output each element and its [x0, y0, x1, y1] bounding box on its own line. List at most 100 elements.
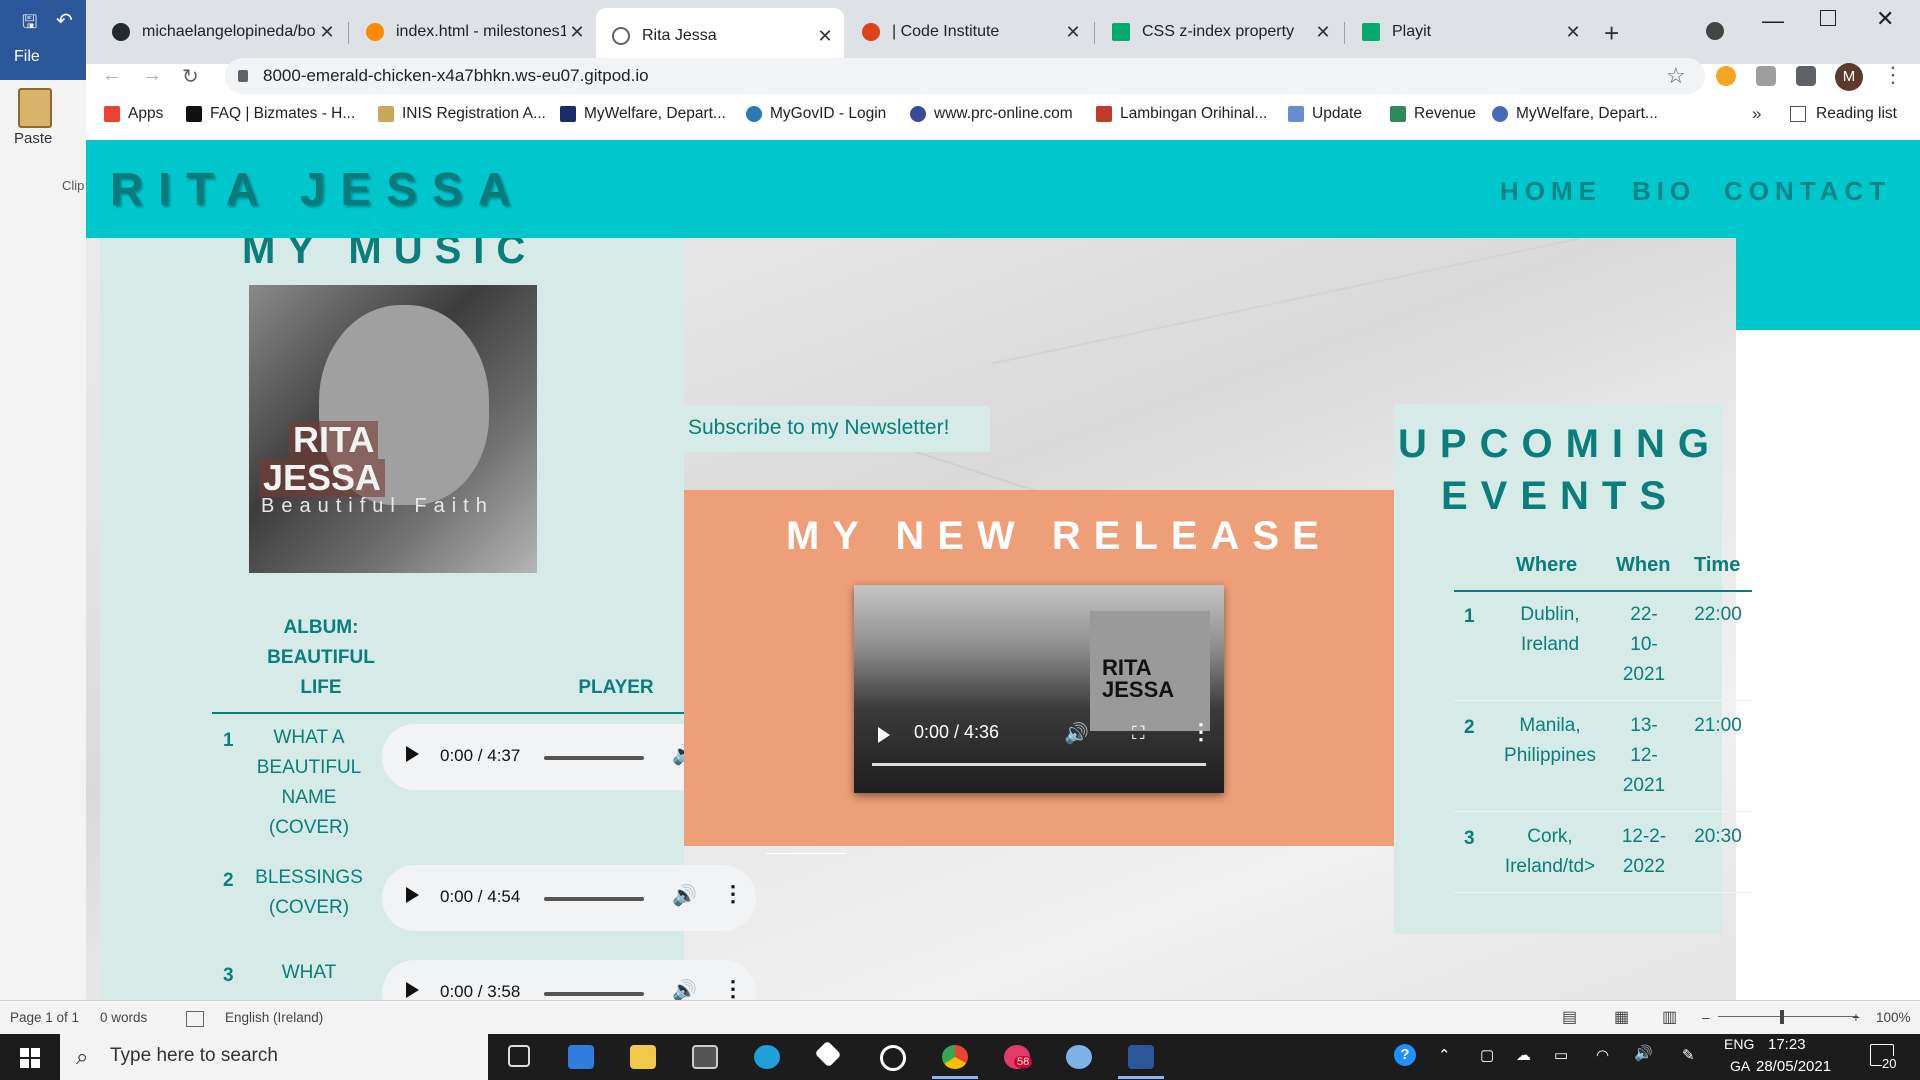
url-text[interactable]: 8000-emerald-chicken-x4a7bhkn.ws-eu07.gi… [263, 66, 649, 86]
bookmark-item[interactable]: Update [1288, 105, 1362, 123]
bookmark-item[interactable]: www.prc-online.com [910, 105, 1073, 123]
onedrive-icon[interactable]: ☁ [1516, 1046, 1531, 1064]
volume-icon[interactable]: 🔊 [1064, 721, 1089, 746]
save-icon[interactable]: 🖫 [22, 10, 37, 40]
play-icon[interactable] [878, 727, 890, 743]
task-view-icon[interactable] [508, 1045, 530, 1067]
reload-icon[interactable]: ↻ [182, 64, 199, 89]
maximize-icon[interactable] [1820, 10, 1836, 26]
taskbar-search-placeholder[interactable]: Type here to search [110, 1045, 278, 1067]
new-tab-button[interactable]: + [1604, 18, 1619, 49]
wifi-icon[interactable]: ◠ [1596, 1046, 1609, 1064]
clock-time[interactable]: 17:23 [1768, 1036, 1806, 1053]
close-icon[interactable]: ✕ [1312, 22, 1334, 43]
paste-icon[interactable] [18, 88, 52, 128]
bookmarks-overflow-icon[interactable]: » [1752, 104, 1761, 124]
paste-button[interactable]: Paste [14, 130, 52, 147]
volume-icon[interactable]: 🔊 [672, 883, 697, 908]
word-file-menu[interactable]: File [14, 48, 40, 66]
chevron-up-icon[interactable]: ⌃ [1438, 1046, 1451, 1064]
windows-start-icon[interactable] [20, 1048, 40, 1068]
clock-date[interactable]: 28/05/2021 [1756, 1058, 1831, 1075]
bookmark-star-icon[interactable]: ☆ [1666, 63, 1686, 89]
tab-css-z-index[interactable]: CSS z-index property ✕ [1096, 12, 1342, 52]
bookmark-item[interactable]: Apps [104, 105, 163, 123]
chrome-icon[interactable] [942, 1045, 968, 1069]
kebab-menu-icon[interactable]: ⋮ [722, 881, 744, 907]
lock-icon[interactable] [238, 70, 248, 82]
edge-icon[interactable] [754, 1045, 780, 1069]
tab-rita-jessa[interactable]: Rita Jessa ✕ [596, 8, 844, 64]
file-explorer-icon[interactable] [630, 1045, 656, 1069]
nav-contact[interactable]: CONTACT [1724, 176, 1891, 207]
reading-list-button[interactable]: Reading list [1790, 105, 1897, 123]
audio-seek-bar[interactable] [544, 897, 644, 901]
audio-player[interactable]: 0:00 / 3:58 🔊 ⋮ [382, 960, 756, 1000]
page-count[interactable]: Page 1 of 1 [10, 1010, 79, 1025]
print-layout-icon[interactable]: ▦ [1614, 1007, 1629, 1027]
profile-avatar[interactable]: M [1835, 63, 1863, 91]
close-icon[interactable]: ✕ [1062, 22, 1084, 43]
zoom-slider[interactable] [1718, 1016, 1858, 1017]
fullscreen-icon[interactable]: ⛶ [1132, 723, 1145, 744]
headphones-app-icon[interactable] [880, 1045, 906, 1071]
puzzle-icon[interactable] [1796, 66, 1816, 86]
language-status[interactable]: English (Ireland) [225, 1010, 323, 1025]
play-icon[interactable] [406, 982, 419, 998]
audio-seek-bar[interactable] [544, 992, 644, 996]
site-logo[interactable]: RITA JESSA [110, 162, 526, 216]
close-window-icon[interactable]: ✕ [1876, 6, 1894, 32]
play-icon[interactable] [406, 887, 419, 903]
kebab-menu-icon[interactable]: ⋮ [1190, 719, 1212, 745]
input-language[interactable]: ENG [1724, 1036, 1754, 1052]
input-locale[interactable]: GA [1730, 1058, 1750, 1074]
play-icon[interactable] [406, 746, 419, 762]
extension-icon[interactable] [1756, 66, 1776, 86]
bookmark-item[interactable]: INIS Registration A... [378, 105, 546, 123]
zoom-slider-thumb[interactable] [1780, 1010, 1784, 1024]
bookmark-item[interactable]: MyGovID - Login [746, 105, 886, 123]
kebab-menu-icon[interactable]: ⋮ [722, 976, 744, 1000]
word-icon[interactable] [1128, 1045, 1154, 1069]
zoom-out-icon[interactable]: – [1702, 1010, 1710, 1025]
forward-icon[interactable]: → [142, 64, 162, 87]
web-layout-icon[interactable]: ▥ [1662, 1007, 1677, 1027]
bookmark-item[interactable]: FAQ | Bizmates - H... [186, 105, 355, 123]
bookmark-item[interactable]: Lambingan Orihinal... [1096, 105, 1267, 123]
nav-bio[interactable]: BIO [1632, 176, 1696, 207]
close-icon[interactable]: ✕ [1562, 22, 1584, 43]
bookmark-item[interactable]: MyWelfare, Depart... [1492, 105, 1658, 123]
extension-icon[interactable] [1716, 66, 1736, 86]
tab-code-institute[interactable]: | Code Institute ✕ [846, 12, 1092, 52]
nav-home[interactable]: HOME [1500, 176, 1602, 207]
mail-icon[interactable] [568, 1045, 594, 1069]
zoom-level[interactable]: 100% [1876, 1010, 1911, 1025]
tab-github[interactable]: michaelangelopineda/bo ✕ [96, 12, 346, 52]
bookmark-item[interactable]: Revenue [1390, 105, 1476, 123]
tab-gitpod[interactable]: index.html - milestones1- ✕ [350, 12, 596, 52]
close-icon[interactable]: ✕ [566, 22, 588, 43]
volume-icon[interactable]: 🔊 [672, 978, 697, 1000]
video-player[interactable]: RITA JESSA 0:00 / 4:36 🔊 ⛶ ⋮ [854, 585, 1224, 793]
minimize-icon[interactable]: — [1762, 8, 1784, 34]
word-count[interactable]: 0 words [100, 1010, 147, 1025]
meet-now-icon[interactable]: ▢ [1480, 1046, 1494, 1064]
pen-icon[interactable]: ✎ [1682, 1046, 1695, 1064]
audio-player[interactable]: 0:00 / 4:54 🔊 ⋮ [382, 865, 756, 931]
kebab-menu-icon[interactable]: ⋮ [1882, 62, 1904, 88]
bookmark-item[interactable]: MyWelfare, Depart... [560, 105, 726, 123]
close-icon[interactable]: ✕ [316, 22, 338, 43]
tab-playit[interactable]: Playit ✕ [1346, 12, 1592, 52]
undo-icon[interactable]: ↶ [56, 8, 73, 33]
help-icon[interactable]: ? [1394, 1044, 1416, 1066]
video-seek-bar[interactable] [872, 763, 1206, 766]
zoom-in-icon[interactable]: + [1852, 1010, 1860, 1025]
proofing-icon[interactable] [186, 1011, 204, 1027]
newsletter-link[interactable]: Subscribe to my Newsletter! [688, 416, 949, 440]
back-icon[interactable]: ← [102, 64, 122, 87]
paint-icon[interactable] [1066, 1045, 1092, 1069]
volume-icon[interactable]: 🔊 [1634, 1044, 1653, 1062]
read-mode-icon[interactable]: ▤ [1562, 1007, 1577, 1027]
audio-seek-bar[interactable] [544, 756, 644, 760]
store-icon[interactable] [692, 1045, 718, 1069]
